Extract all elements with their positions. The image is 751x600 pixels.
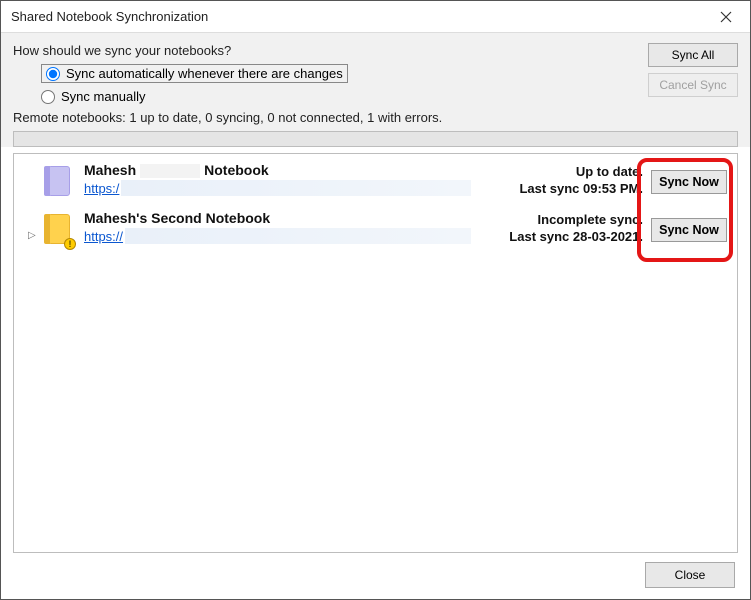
titlebar: Shared Notebook Synchronization xyxy=(1,1,750,33)
notebook-url-link[interactable]: https:// xyxy=(84,229,123,244)
redacted-text xyxy=(140,164,200,178)
redacted-url xyxy=(125,228,471,244)
radio-manual-row[interactable]: Sync manually xyxy=(41,89,738,104)
options-area: How should we sync your notebooks? Sync … xyxy=(1,33,750,147)
notebook-name: MaheshNotebook xyxy=(84,162,471,178)
sync-prompt: How should we sync your notebooks? xyxy=(13,43,738,58)
warning-badge-icon: ! xyxy=(64,238,76,250)
window-title: Shared Notebook Synchronization xyxy=(11,9,208,24)
expand-icon[interactable]: ▷ xyxy=(28,230,40,242)
sync-now-button[interactable]: Sync Now xyxy=(651,218,727,242)
notebook-icon xyxy=(44,164,74,200)
notebook-name: Mahesh's Second Notebook xyxy=(84,210,471,226)
radio-manual-label: Sync manually xyxy=(61,89,146,104)
cancel-sync-button: Cancel Sync xyxy=(648,73,738,97)
remote-status: Remote notebooks: 1 up to date, 0 syncin… xyxy=(13,110,738,125)
sync-all-button[interactable]: Sync All xyxy=(648,43,738,67)
window-close-button[interactable] xyxy=(704,2,748,32)
close-icon xyxy=(720,11,732,23)
close-button[interactable]: Close xyxy=(645,562,735,588)
notebook-row[interactable]: ▷ ! Mahesh's Second Notebook https:// In… xyxy=(14,208,737,256)
dialog-footer: Close xyxy=(645,562,735,588)
sync-now-button[interactable]: Sync Now xyxy=(651,170,727,194)
radio-auto[interactable] xyxy=(46,67,60,81)
notebook-row[interactable]: ▷ MaheshNotebook https:/ Up to date. Las… xyxy=(14,160,737,208)
notebook-list: ▷ MaheshNotebook https:/ Up to date. Las… xyxy=(13,153,738,553)
notebook-status: Up to date. Last sync 09:53 PM. xyxy=(471,162,651,196)
radio-auto-row[interactable]: Sync automatically whenever there are ch… xyxy=(41,64,738,83)
notebook-icon: ! xyxy=(44,212,74,248)
notebook-url-link[interactable]: https:/ xyxy=(84,181,119,196)
redacted-url xyxy=(121,180,471,196)
notebook-status: Incomplete sync. Last sync 28-03-2021. xyxy=(471,210,651,244)
radio-auto-label: Sync automatically whenever there are ch… xyxy=(66,66,343,81)
radio-manual[interactable] xyxy=(41,90,55,104)
progress-strip xyxy=(13,131,738,147)
